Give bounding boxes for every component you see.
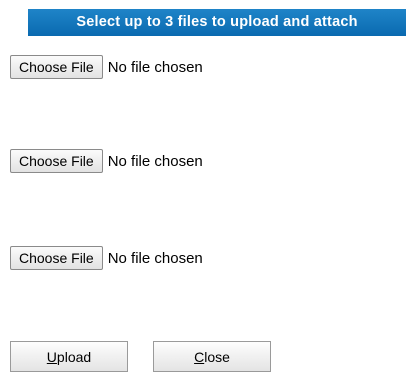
- close-mnemonic: C: [194, 349, 205, 365]
- close-label-rest: lose: [204, 349, 230, 365]
- upload-mnemonic: U: [46, 349, 57, 365]
- file-status-3: No file chosen: [107, 249, 203, 267]
- file-input-row-1: Choose File No file chosen: [10, 55, 203, 79]
- file-input-row-2: Choose File No file chosen: [10, 149, 203, 173]
- upload-button[interactable]: Upload: [10, 341, 128, 372]
- choose-file-button-2[interactable]: Choose File: [10, 149, 103, 173]
- file-status-2: No file chosen: [107, 152, 203, 170]
- file-status-1: No file chosen: [107, 58, 203, 76]
- choose-file-button-3[interactable]: Choose File: [10, 246, 103, 270]
- choose-file-button-1[interactable]: Choose File: [10, 55, 103, 79]
- dialog-title: Select up to 3 files to upload and attac…: [76, 14, 358, 30]
- dialog-title-bar: Select up to 3 files to upload and attac…: [28, 9, 406, 36]
- upload-label-rest: pload: [56, 349, 92, 365]
- close-button[interactable]: Close: [153, 341, 271, 372]
- file-input-row-3: Choose File No file chosen: [10, 246, 203, 270]
